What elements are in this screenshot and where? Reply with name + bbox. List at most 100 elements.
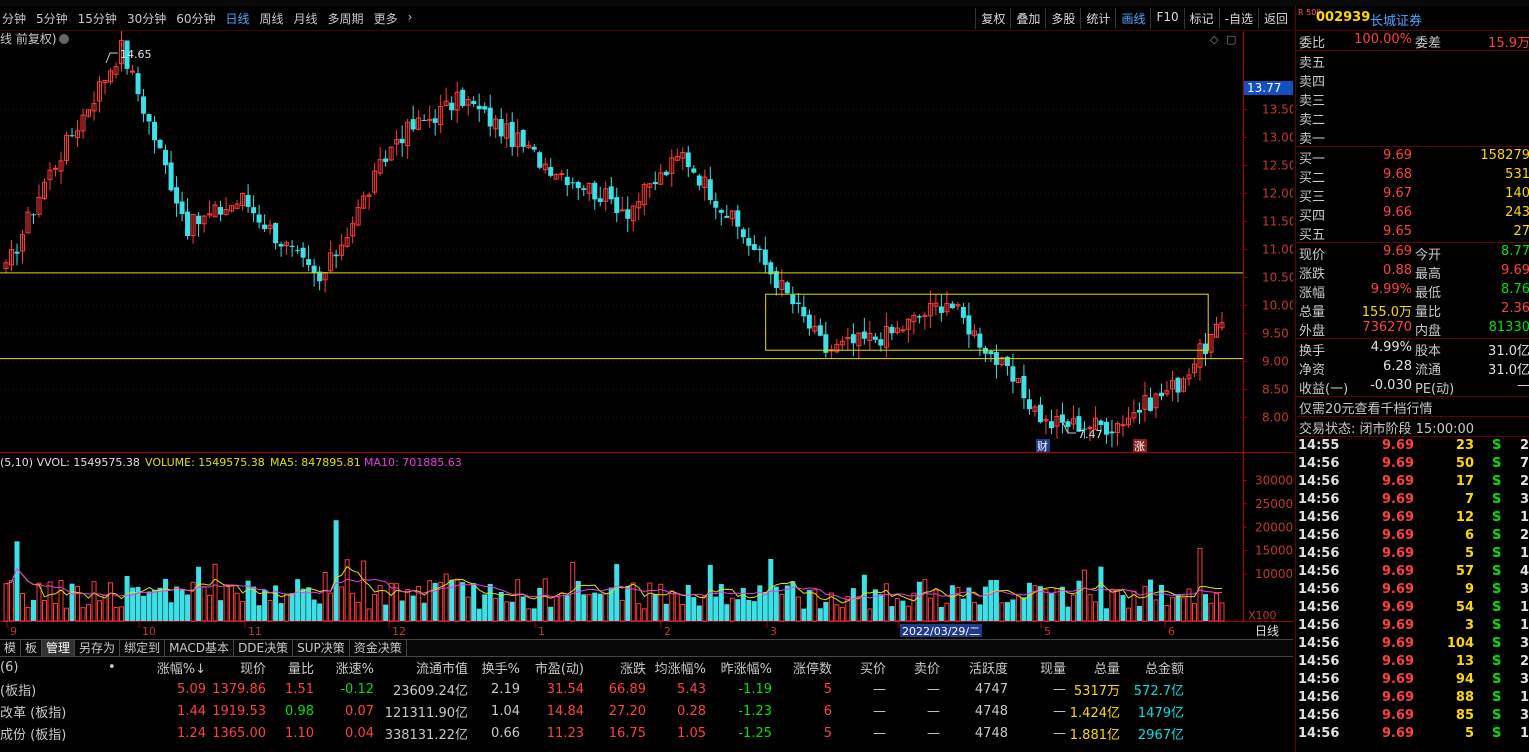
column-header[interactable]: 流通市值 (374, 656, 468, 678)
square-icon[interactable]: ▢ (1226, 33, 1236, 46)
tool-button-5[interactable]: F10 (1150, 8, 1183, 29)
buy-row[interactable]: 买四 9.66 243 (1296, 204, 1529, 224)
volume-bar (938, 607, 944, 621)
period-tab-0[interactable]: 分钟 (2, 10, 26, 27)
bottom-tab-3[interactable]: 另存为 (75, 640, 121, 656)
table-cell: 31.54 (546, 681, 584, 697)
period-tab-7[interactable]: 月线 (294, 10, 318, 27)
more-chevron-icon[interactable]: › (408, 10, 413, 27)
column-header[interactable]: 卖价 (886, 656, 940, 678)
dropdown-icon[interactable] (59, 34, 69, 44)
tool-button-2[interactable]: 多股 (1045, 8, 1080, 29)
column-header[interactable]: 涨停数 (772, 656, 832, 678)
date-label: 6 (1168, 625, 1175, 638)
candle-body (185, 211, 191, 237)
date-label: 11 (248, 625, 262, 638)
buy-row[interactable]: 买五 9.65 27 (1296, 223, 1529, 243)
volume-bar (757, 585, 763, 621)
column-header[interactable]: 涨跌 (584, 656, 646, 678)
table-cell: 6 (823, 703, 832, 719)
period-label[interactable]: 日线 (1255, 624, 1279, 638)
tool-button-7[interactable]: -自选 (1218, 8, 1258, 29)
column-header[interactable]: 总量 (1066, 656, 1120, 678)
period-tab-4[interactable]: 60分钟 (176, 10, 215, 27)
stock-name[interactable]: 长城证券 (1370, 10, 1422, 29)
column-header[interactable]: 均涨幅% (646, 656, 706, 678)
price-tick-label: 8.00 (1262, 410, 1289, 424)
column-header[interactable]: 总金额 (1120, 656, 1184, 678)
tool-button-6[interactable]: 标记 (1183, 8, 1219, 29)
level2-notice[interactable]: 仅需20元查看千档行情 (1296, 397, 1529, 417)
tool-button-1[interactable]: 叠加 (1010, 8, 1045, 29)
volume-bar (823, 601, 829, 621)
period-tab-8[interactable]: 多周期 (328, 10, 364, 27)
candle-body (245, 194, 251, 207)
bottom-tab-4[interactable]: 绑定到 (120, 640, 166, 656)
table-cell: 0.66 (491, 725, 520, 741)
volume-bar (487, 583, 493, 621)
column-header[interactable]: 现量 (1008, 656, 1066, 678)
column-header[interactable]: 买价 (832, 656, 886, 678)
tool-button-3[interactable]: 统计 (1080, 8, 1115, 29)
volume-bar (1076, 580, 1082, 621)
period-tab-1[interactable]: 5分钟 (36, 10, 68, 27)
quote-panel: R 500 002939 长城证券 委比 100.00% 委差 15.9万 卖五… (1295, 6, 1529, 752)
table-cell: 66.89 (608, 681, 646, 697)
column-header[interactable]: 换手% (468, 656, 520, 678)
buy-row[interactable]: 买一 9.69 158279 (1296, 147, 1529, 167)
column-header[interactable]: 涨幅%↓ (148, 656, 206, 678)
bottom-tab-6[interactable]: DDE决策 (234, 640, 294, 656)
volume-bar (1175, 594, 1181, 621)
candle-body (1026, 399, 1032, 410)
volume-bar (1004, 602, 1010, 621)
table-row[interactable]: 改革 (板指) 1.44 1919.53 0.98 0.07 121311.90亿 1.04… (0, 700, 1184, 722)
tick-list: 14:55 9.69 23 S 2 14:56 9.69 50 S 7 14:56 9.69 17 S 2 1… (1296, 437, 1529, 743)
column-header[interactable]: 昨涨幅% (706, 656, 772, 678)
table-cell: — (1053, 725, 1066, 741)
period-tab-9[interactable]: 更多 (374, 10, 398, 27)
column-header[interactable]: 市盈(动) (520, 656, 584, 678)
bottom-tab-1[interactable]: 板 (21, 640, 43, 656)
table-cell: 4748 (974, 703, 1008, 719)
stock-code[interactable]: 002939 (1316, 10, 1370, 25)
bottom-tab-8[interactable]: 资金决策 (350, 640, 407, 656)
volume-bar (399, 600, 405, 621)
bottom-tab-7[interactable]: SUP决策 (293, 640, 350, 656)
column-header[interactable]: 活跃度 (940, 656, 1008, 678)
volume-bar (1202, 594, 1208, 621)
table-cell: — (873, 703, 886, 719)
tool-button-8[interactable]: 返回 (1257, 8, 1293, 29)
candle-body (713, 201, 719, 208)
buy-row[interactable]: 买二 9.68 531 (1296, 166, 1529, 186)
bottom-tab-2[interactable]: 管理 (42, 640, 76, 656)
stock-chart[interactable]: 线 前复权) ◇ ▢ 13.50 13.00 12.50 12.00 11.50 11.00 10… (0, 31, 1293, 639)
column-header[interactable]: 量比 (266, 656, 314, 678)
column-header[interactable]: 涨速% (314, 656, 374, 678)
diamond-icon[interactable]: ◇ (1210, 33, 1219, 46)
candle-body (735, 210, 741, 227)
period-tab-3[interactable]: 30分钟 (127, 10, 166, 27)
volume-bar (581, 594, 587, 621)
tool-button-0[interactable]: 复权 (975, 8, 1010, 29)
table-row[interactable]: (板指) 5.09 1379.86 1.51 -0.12 23609.24亿 2.19 31.… (0, 678, 1184, 700)
table-cell (108, 678, 148, 700)
column-header[interactable]: • (108, 656, 148, 678)
candle-body (471, 100, 477, 105)
period-tab-6[interactable]: 周线 (260, 10, 284, 27)
volume-legend-ma10: MA10: 701885.63 (364, 456, 462, 469)
table-cell: 14.84 (546, 703, 584, 719)
buy-row[interactable]: 买三 9.67 140 (1296, 185, 1529, 205)
column-header[interactable]: 现价 (206, 656, 266, 678)
volume-tick-label: 15000 (1255, 544, 1293, 558)
period-tab-2[interactable]: 15分钟 (78, 10, 117, 27)
column-header[interactable]: (6) (0, 656, 108, 678)
table-cell: -1.19 (738, 681, 772, 697)
bottom-tab-0[interactable]: 模 (0, 640, 22, 656)
tool-button-4[interactable]: 画线 (1115, 8, 1150, 29)
bottom-tab-5[interactable]: MACD基本 (165, 640, 235, 656)
candle-body (795, 302, 801, 305)
table-cell: 1365.00 (212, 725, 266, 741)
chart-toolbar: 分钟 5分钟 15分钟 30分钟 60分钟 日线 周线 月线 多周期 更多 › 复权 叠加 多股 统计 画线… (0, 6, 1293, 31)
table-row[interactable]: 成份 (板指) 1.24 1365.00 1.10 0.04 338131.22亿 0.66… (0, 722, 1184, 744)
period-tab-5[interactable]: 日线 (226, 10, 250, 27)
